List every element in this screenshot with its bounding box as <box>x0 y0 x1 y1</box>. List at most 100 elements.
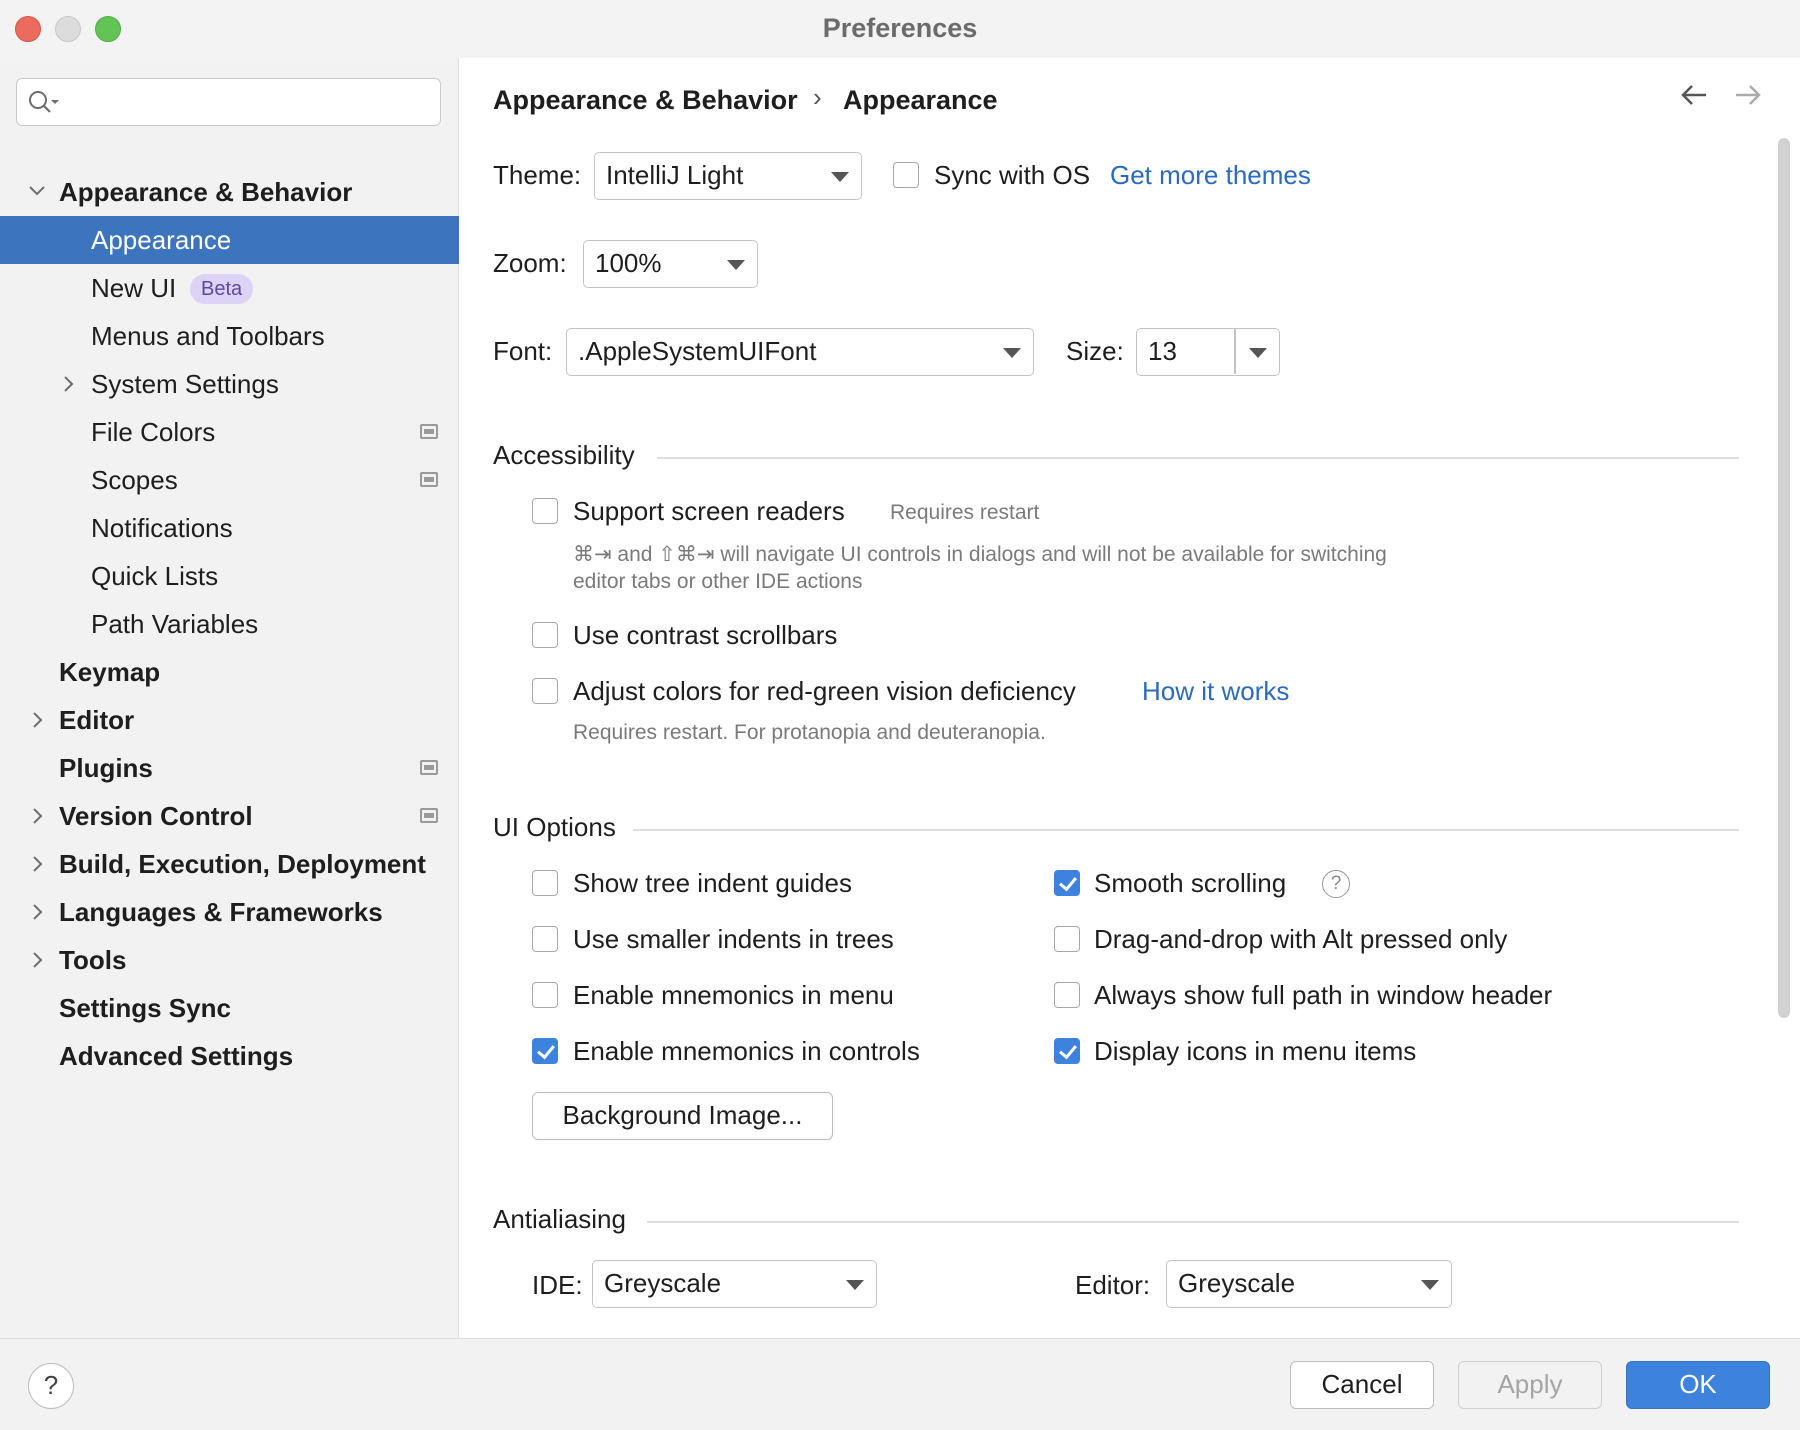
sidebar-item[interactable]: Appearance & Behavior <box>0 168 459 216</box>
font-select[interactable]: .AppleSystemUIFont <box>566 328 1034 376</box>
zoom-select[interactable]: 100% <box>583 240 758 288</box>
sidebar-item[interactable]: Tools <box>0 936 459 984</box>
ide-antialiasing-label: IDE: <box>532 1270 583 1300</box>
sidebar-item-label: Notifications <box>91 513 233 543</box>
mnemonics-menu-checkbox[interactable] <box>532 982 558 1008</box>
screen-readers-hint-line-2: editor tabs or other IDE actions <box>573 570 863 593</box>
sidebar-item[interactable]: System Settings <box>0 360 459 408</box>
sidebar-item[interactable]: Settings Sync <box>0 984 459 1032</box>
sidebar-item-label: Settings Sync <box>59 993 231 1023</box>
project-level-icon <box>420 472 438 487</box>
support-screen-readers-label: Support screen readers <box>573 496 845 526</box>
color-deficiency-checkbox[interactable] <box>532 678 558 704</box>
drag-drop-alt-checkbox[interactable] <box>1054 926 1080 952</box>
chevron-down-icon <box>727 260 745 270</box>
sidebar-item-label: Version Control <box>59 801 253 831</box>
title-bar: Preferences <box>0 0 1800 58</box>
sidebar-item-label: Appearance & Behavior <box>59 177 353 207</box>
full-path-header-checkbox[interactable] <box>1054 982 1080 1008</box>
sidebar-item-label: Menus and Toolbars <box>91 321 325 351</box>
sidebar-item[interactable]: File Colors <box>0 408 459 456</box>
project-level-icon <box>420 760 438 775</box>
sidebar-item[interactable]: Plugins <box>0 744 459 792</box>
content-scrollbar[interactable] <box>1778 138 1790 1018</box>
breadcrumb-parent[interactable]: Appearance & Behavior <box>493 85 798 116</box>
show-tree-indent-guides-checkbox[interactable] <box>532 870 558 896</box>
sidebar-item[interactable]: Scopes <box>0 456 459 504</box>
arrow-left-icon[interactable] <box>1679 78 1709 121</box>
ok-button[interactable]: OK <box>1626 1361 1770 1409</box>
help-button[interactable]: ? <box>28 1363 74 1409</box>
window-title: Preferences <box>822 13 978 43</box>
sidebar-item[interactable]: New UI Beta <box>0 264 459 312</box>
ide-antialiasing-select[interactable]: Greyscale <box>592 1260 877 1308</box>
chevron-down-icon <box>1003 348 1021 358</box>
sidebar-item[interactable]: Notifications <box>0 504 459 552</box>
get-more-themes-link[interactable]: Get more themes <box>1110 160 1311 191</box>
sidebar-item[interactable]: Appearance <box>0 216 459 264</box>
chevron-down-icon[interactable] <box>1249 348 1267 358</box>
sidebar-item[interactable]: Menus and Toolbars <box>0 312 459 360</box>
icons-in-menu-checkbox[interactable] <box>1054 1038 1080 1064</box>
editor-antialiasing-label: Editor: <box>1075 1270 1151 1300</box>
smooth-scrolling-help-icon[interactable]: ? <box>1322 870 1350 898</box>
color-deficiency-hint: Requires restart. For protanopia and deu… <box>573 721 1046 744</box>
settings-content: Appearance & Behavior › Appearance Theme… <box>460 58 1800 1338</box>
mnemonics-menu-label: Enable mnemonics in menu <box>573 980 894 1010</box>
settings-sidebar: Appearance & Behavior Appearance New UI Bet… <box>0 58 459 1338</box>
ui-options-divider <box>633 829 1739 831</box>
drag-drop-alt-label: Drag-and-drop with Alt pressed only <box>1094 924 1508 954</box>
sidebar-item[interactable]: Version Control <box>0 792 459 840</box>
color-deficiency-label: Adjust colors for red-green vision defic… <box>573 676 1076 706</box>
background-image-button[interactable]: Background Image... <box>532 1092 833 1140</box>
font-size-value: 13 <box>1148 336 1177 366</box>
theme-select-value: IntelliJ Light <box>606 160 744 190</box>
antialiasing-section-title: Antialiasing <box>493 1204 626 1234</box>
accessibility-divider <box>657 457 1739 459</box>
apply-button[interactable]: Apply <box>1458 1361 1602 1409</box>
mnemonics-controls-checkbox[interactable] <box>532 1038 558 1064</box>
sidebar-item[interactable]: Quick Lists <box>0 552 459 600</box>
settings-search-input[interactable] <box>16 78 441 126</box>
icons-in-menu-label: Display icons in menu items <box>1094 1036 1417 1066</box>
sidebar-item-label: Tools <box>59 945 127 975</box>
zoom-label: Zoom: <box>493 248 567 278</box>
beta-badge: Beta <box>190 274 254 304</box>
project-level-icon <box>420 424 438 439</box>
editor-antialiasing-value: Greyscale <box>1178 1268 1296 1298</box>
contrast-scrollbars-label: Use contrast scrollbars <box>573 620 838 650</box>
sidebar-item-label: New UI <box>91 273 177 303</box>
full-path-header-label: Always show full path in window header <box>1094 980 1553 1010</box>
sidebar-item[interactable]: Keymap <box>0 648 459 696</box>
cancel-button[interactable]: Cancel <box>1290 1361 1434 1409</box>
requires-restart-note: Requires restart <box>890 501 1040 524</box>
sidebar-item[interactable]: Languages & Frameworks <box>0 888 459 936</box>
sidebar-item-label: Editor <box>59 705 135 735</box>
theme-select[interactable]: IntelliJ Light <box>594 152 862 200</box>
chevron-down-icon <box>831 172 849 182</box>
sidebar-item[interactable]: Path Variables <box>0 600 459 648</box>
sync-with-os-checkbox[interactable] <box>893 162 919 188</box>
accessibility-section-title: Accessibility <box>493 440 635 470</box>
sidebar-item[interactable]: Build, Execution, Deployment <box>0 840 459 888</box>
sidebar-item[interactable]: Editor <box>0 696 459 744</box>
font-size-combo[interactable]: 13 <box>1136 328 1280 376</box>
zoom-select-value: 100% <box>595 248 662 278</box>
sidebar-item[interactable]: Advanced Settings <box>0 1032 459 1080</box>
support-screen-readers-checkbox[interactable] <box>532 498 558 524</box>
smaller-indents-checkbox[interactable] <box>532 926 558 952</box>
screen-readers-hint-line-1: ⌘⇥ and ⇧⌘⇥ will navigate UI controls in … <box>573 543 1387 566</box>
breadcrumb-separator: › <box>813 82 822 112</box>
ui-options-section-title: UI Options <box>493 812 616 842</box>
contrast-scrollbars-checkbox[interactable] <box>532 622 558 648</box>
sidebar-item-label: Advanced Settings <box>59 1041 294 1071</box>
smooth-scrolling-checkbox[interactable] <box>1054 870 1080 896</box>
how-it-works-link[interactable]: How it works <box>1142 676 1289 707</box>
show-tree-indent-guides-label: Show tree indent guides <box>573 868 852 898</box>
arrow-right-icon[interactable] <box>1733 78 1763 121</box>
sidebar-item-label: Plugins <box>59 753 153 783</box>
smaller-indents-label: Use smaller indents in trees <box>573 924 894 954</box>
editor-antialiasing-select[interactable]: Greyscale <box>1166 1260 1452 1308</box>
sidebar-item-label: System Settings <box>91 369 279 399</box>
sidebar-item-label: Quick Lists <box>91 561 219 591</box>
